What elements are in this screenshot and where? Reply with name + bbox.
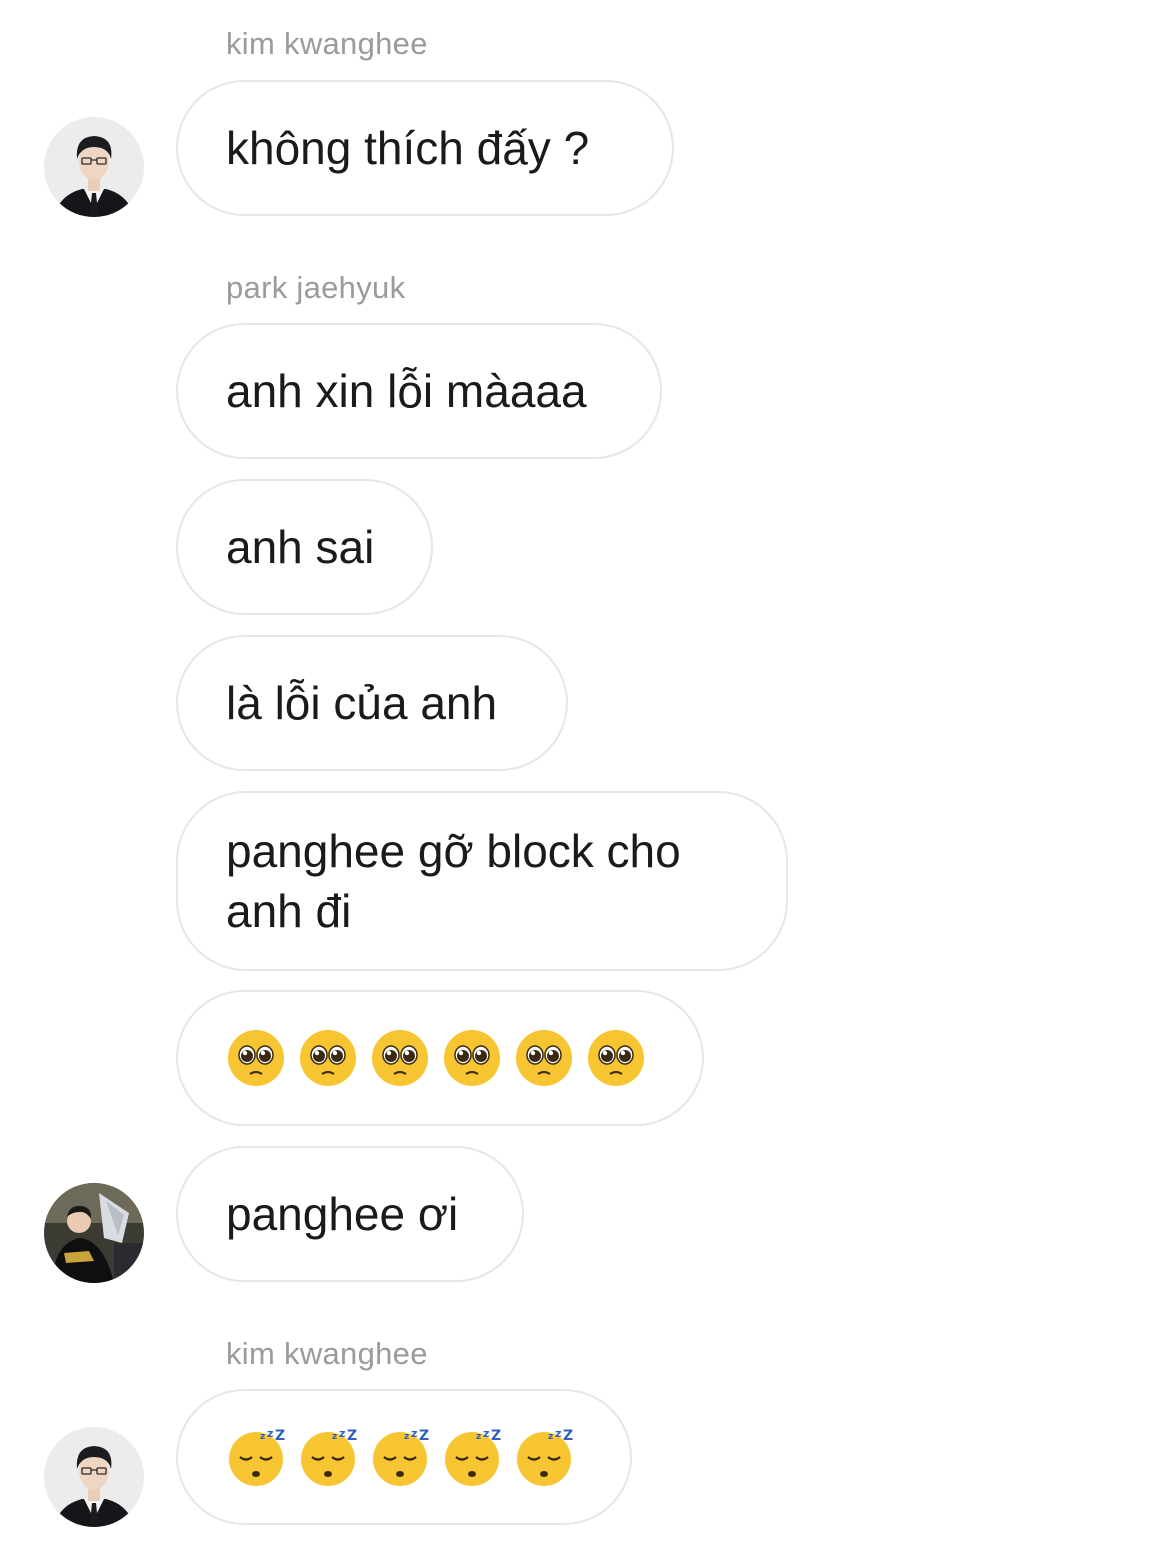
message-bubble[interactable]: anh sai — [176, 479, 433, 615]
svg-text:z: z — [404, 1432, 409, 1442]
emoji-row — [226, 1028, 646, 1088]
svg-text:z: z — [267, 1427, 273, 1440]
avatar-kim-kwanghee[interactable] — [44, 117, 144, 217]
message-text: anh sai — [226, 521, 375, 573]
emoji-message-bubble[interactable]: z z Z z z Z z z Z z z Z z z Z — [176, 1389, 632, 1525]
man-in-suit-avatar-icon — [44, 117, 144, 217]
svg-text:z: z — [339, 1427, 345, 1440]
sender-name: kim kwanghee — [226, 26, 428, 61]
svg-text:Z: Z — [275, 1428, 285, 1444]
emoji-row: z z Z z z Z z z Z z z Z z z Z — [226, 1427, 574, 1487]
sleeping-face-icon: z z Z — [301, 1427, 357, 1486]
sleeping-face-icon: z z Z — [229, 1427, 285, 1486]
message-bubble[interactable]: không thích đấy ? — [176, 80, 674, 216]
sleeping-face-icon: z z Z — [445, 1427, 501, 1486]
pleading-face-icon — [372, 1030, 428, 1086]
svg-text:Z: Z — [347, 1428, 357, 1444]
emoji-message-bubble[interactable] — [176, 990, 704, 1126]
man-in-suit-avatar-icon — [44, 1427, 144, 1527]
svg-text:Z: Z — [563, 1428, 573, 1444]
sleeping-face-icon: z z Z — [373, 1427, 429, 1486]
pleading-face-icon — [444, 1030, 500, 1086]
message-bubble[interactable]: panghee gỡ block cho anh đi — [176, 791, 788, 971]
svg-text:z: z — [483, 1427, 489, 1440]
svg-text:z: z — [332, 1432, 337, 1442]
message-bubble[interactable]: panghee ơi — [176, 1146, 524, 1282]
message-text: panghee gỡ block cho anh đi — [226, 825, 681, 937]
pleading-face-icon — [228, 1030, 284, 1086]
svg-text:Z: Z — [491, 1428, 501, 1444]
svg-text:Z: Z — [419, 1428, 429, 1444]
trophy-photo-avatar-icon — [44, 1183, 144, 1283]
message-text: anh xin lỗi màaaa — [226, 365, 587, 417]
avatar-park-jaehyuk[interactable] — [44, 1183, 144, 1283]
message-text: là lỗi của anh — [226, 677, 498, 729]
message-bubble[interactable]: là lỗi của anh — [176, 635, 568, 771]
pleading-face-icon — [516, 1030, 572, 1086]
svg-text:z: z — [260, 1432, 265, 1442]
message-text: panghee ơi — [226, 1188, 459, 1240]
svg-text:z: z — [555, 1427, 561, 1440]
svg-text:z: z — [476, 1432, 481, 1442]
sender-name: park jaehyuk — [226, 270, 406, 305]
sleeping-face-icon: z z Z — [517, 1427, 573, 1486]
message-bubble[interactable]: anh xin lỗi màaaa — [176, 323, 662, 459]
avatar-kim-kwanghee[interactable] — [44, 1427, 144, 1527]
pleading-face-icon — [300, 1030, 356, 1086]
svg-text:z: z — [548, 1432, 553, 1442]
message-text: không thích đấy ? — [226, 122, 590, 174]
sender-name: kim kwanghee — [226, 1336, 428, 1371]
pleading-face-icon — [588, 1030, 644, 1086]
svg-text:z: z — [411, 1427, 417, 1440]
